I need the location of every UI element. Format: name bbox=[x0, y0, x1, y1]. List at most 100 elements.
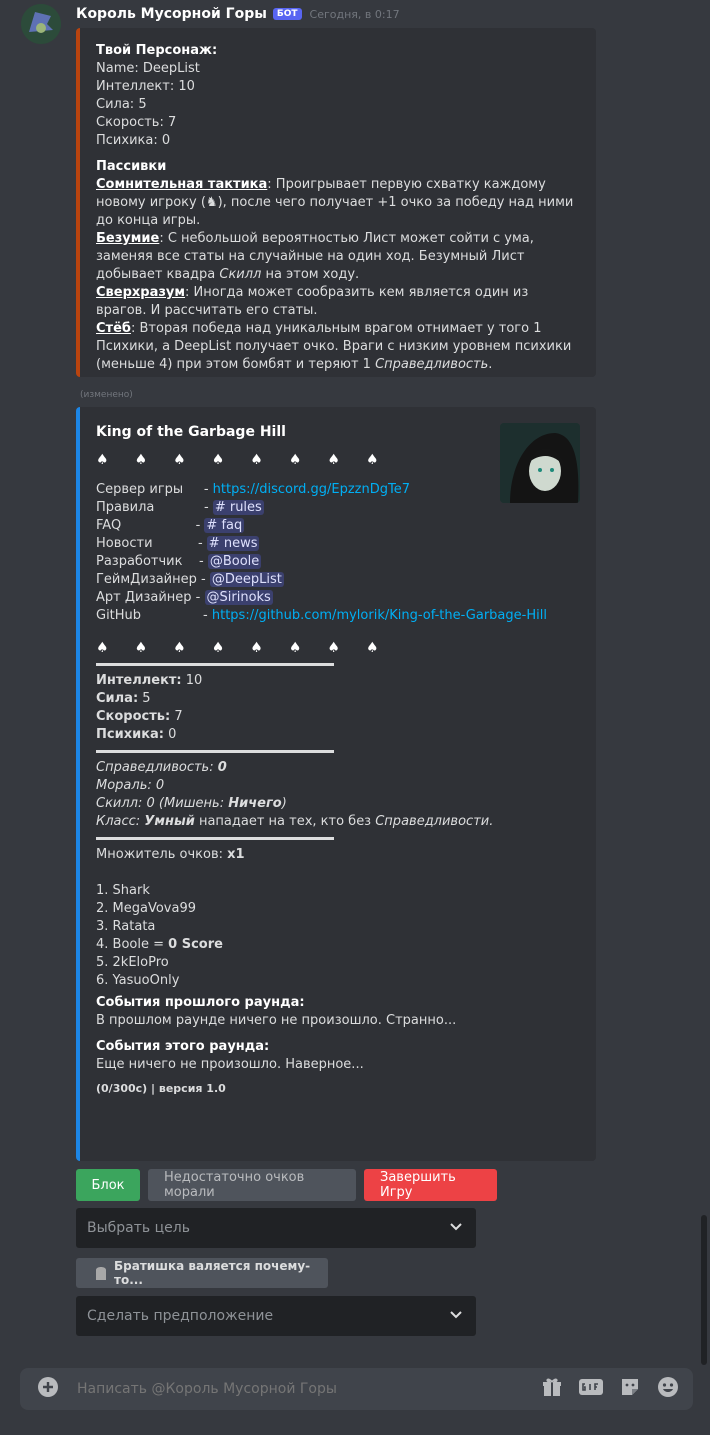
link-row: ГеймДизайнер - @DeepList bbox=[96, 572, 284, 587]
class-value: Умный bbox=[144, 814, 195, 829]
gif-icon[interactable] bbox=[579, 1377, 603, 1401]
skill-end: ) bbox=[281, 796, 287, 811]
character-stat: Психика: 0 bbox=[96, 133, 171, 148]
passive-text: . bbox=[488, 357, 493, 372]
current-round-text: Еще ничего не произошло. Наверное... bbox=[96, 1057, 364, 1072]
morale-row: Мораль: 0 bbox=[96, 778, 165, 793]
status-block: Справедливость: 0 Мораль: 0 Скилл: 0 (Ми… bbox=[96, 759, 580, 831]
message-timestamp: Сегодня, в 0:17 bbox=[309, 7, 400, 21]
stat-value: 0 bbox=[168, 727, 177, 742]
stat-label: Интеллект: bbox=[96, 673, 182, 688]
game-embed: King of the Garbage Hill ♠ ♠ ♠ ♠ ♠ ♠ ♠ ♠… bbox=[76, 407, 596, 1161]
link-row: Новости - # news bbox=[96, 536, 260, 551]
class-row: Класс: Умный нападает на тех, кто без Сп… bbox=[96, 813, 580, 831]
sticker-icon[interactable] bbox=[619, 1376, 641, 1402]
link-label: FAQ bbox=[96, 518, 122, 533]
edited-label: (изменено) bbox=[80, 390, 133, 400]
leaderboard-player: 4. Boole = bbox=[96, 937, 169, 952]
passives-heading: Пассивки bbox=[96, 159, 167, 174]
link-label: Правила bbox=[96, 500, 155, 515]
tombstone-icon bbox=[94, 1264, 108, 1283]
server-link[interactable]: https://discord.gg/EpzznDgTe7 bbox=[213, 482, 410, 497]
target-select[interactable]: Выбрать цель bbox=[76, 1208, 476, 1248]
brother-button[interactable]: Братишка валяется почему-то... bbox=[76, 1258, 328, 1288]
stat-row: Сила: 5 bbox=[96, 690, 580, 708]
leaderboard-row: 4. Boole = 0 Score bbox=[96, 936, 580, 954]
link-label: Новости bbox=[96, 536, 153, 551]
link-row: GitHub - https://github.com/mylorik/King… bbox=[96, 608, 547, 623]
multiplier-value: x1 bbox=[227, 847, 245, 862]
message-composer bbox=[20, 1368, 693, 1410]
character-heading: Твой Персонаж: bbox=[96, 43, 218, 58]
gift-icon[interactable] bbox=[541, 1376, 563, 1402]
prev-round-text: В прошлом раунде ничего не произошло. Ст… bbox=[96, 1013, 457, 1028]
end-game-button[interactable]: Завершить Игру bbox=[364, 1169, 497, 1201]
helmet-icon: ♠ bbox=[173, 640, 186, 656]
guess-select-placeholder: Сделать предположение bbox=[87, 1308, 274, 1324]
helmet-icon: ♠ bbox=[173, 452, 186, 468]
divider bbox=[96, 837, 334, 840]
stat-row: Психика: 0 bbox=[96, 726, 580, 744]
bot-badge: БОТ bbox=[272, 8, 302, 20]
multiplier-row: Множитель очков: x1 bbox=[96, 846, 580, 864]
helmet-icon: ♠ bbox=[250, 452, 263, 468]
helmet-icon: ♠ bbox=[327, 452, 340, 468]
bot-avatar[interactable] bbox=[21, 4, 61, 44]
not-enough-morale-button[interactable]: Недостаточно очков морали bbox=[148, 1169, 356, 1201]
helmet-icon: ♠ bbox=[134, 452, 148, 468]
brother-button-label: Братишка валяется почему-то... bbox=[114, 1259, 311, 1287]
leaderboard-row: 6. YasuoOnly bbox=[96, 973, 180, 988]
stat-label: Сила: bbox=[96, 691, 139, 706]
leaderboard-score: 0 Score bbox=[168, 937, 223, 952]
stat-row: Интеллект: 10 bbox=[96, 672, 580, 690]
github-link[interactable]: https://github.com/mylorik/King-of-the-G… bbox=[212, 608, 547, 623]
passive-italic: Скилл bbox=[219, 267, 262, 282]
helmet-icon: ♠ bbox=[211, 452, 225, 468]
leaderboard: 1. Shark 2. MegaVova99 3. Ratata 4. Bool… bbox=[96, 882, 580, 990]
character-stat: Сила: 5 bbox=[96, 97, 147, 112]
skill-label: Скилл: 0 (Мишень: bbox=[96, 796, 229, 811]
helmet-icon: ♠ bbox=[288, 452, 302, 468]
character-stat: Интеллект: 10 bbox=[96, 79, 195, 94]
mention-gamedesigner[interactable]: @DeepList bbox=[209, 572, 284, 587]
block-button[interactable]: Блок bbox=[76, 1169, 140, 1201]
passive-text: на этом ходу. bbox=[261, 267, 360, 282]
message-header: Король Мусорной Горы БОТ Сегодня, в 0:17 bbox=[76, 6, 400, 22]
channel-news[interactable]: # news bbox=[206, 536, 260, 551]
scrollbar[interactable] bbox=[701, 1215, 707, 1365]
link-label: Арт Дизайнер bbox=[96, 590, 192, 605]
helmet-icon: ♠ bbox=[134, 640, 148, 656]
character-thumbnail[interactable] bbox=[500, 423, 580, 503]
message-input[interactable] bbox=[75, 1380, 541, 1398]
prev-round-heading: События прошлого раунда: bbox=[96, 995, 305, 1010]
channel-faq[interactable]: # faq bbox=[204, 518, 245, 533]
guess-select[interactable]: Сделать предположение bbox=[76, 1296, 476, 1336]
prev-round: События прошлого раунда: В прошлом раунд… bbox=[96, 994, 580, 1030]
passive-item: Сомнительная тактика: Проигрывает первую… bbox=[96, 176, 580, 230]
mention-dev[interactable]: @Boole bbox=[207, 554, 262, 569]
stat-value: 10 bbox=[185, 673, 203, 688]
helmet-row-bottom: ♠ ♠ ♠ ♠ ♠ ♠ ♠ ♠ bbox=[96, 639, 580, 657]
leaderboard-row: 5. 2kEloPro bbox=[96, 955, 169, 970]
link-label: Разработчик bbox=[96, 554, 183, 569]
skill-row: Скилл: 0 (Мишень: Ничего) bbox=[96, 795, 580, 813]
character-stat: Скорость: 7 bbox=[96, 115, 177, 130]
mention-artdesigner[interactable]: @Sirinoks bbox=[204, 590, 273, 605]
link-row: Разработчик - @Boole bbox=[96, 554, 262, 569]
link-row: Арт Дизайнер - @Sirinoks bbox=[96, 590, 273, 605]
link-label: GitHub bbox=[96, 608, 142, 623]
helmet-icon: ♠ bbox=[365, 452, 379, 468]
emoji-icon[interactable] bbox=[657, 1376, 679, 1402]
bot-username[interactable]: Король Мусорной Горы bbox=[76, 6, 267, 22]
helmet-icon: ♠ bbox=[365, 640, 379, 656]
channel-rules[interactable]: # rules bbox=[212, 500, 264, 515]
passive-text: : Вторая победа над уникальным врагом от… bbox=[96, 321, 572, 372]
passive-item: Безумие: С небольшой вероятностью Лист м… bbox=[96, 230, 580, 284]
link-label: Сервер игры bbox=[96, 482, 184, 497]
passive-name: Сверхразум bbox=[96, 285, 186, 300]
add-attachment-icon[interactable] bbox=[37, 1376, 59, 1402]
action-row: Блок Недостаточно очков морали Завершить… bbox=[76, 1169, 497, 1201]
passive-name: Сомнительная тактика bbox=[96, 177, 268, 192]
link-label: ГеймДизайнер bbox=[96, 572, 197, 587]
stat-label: Скорость: bbox=[96, 709, 171, 724]
